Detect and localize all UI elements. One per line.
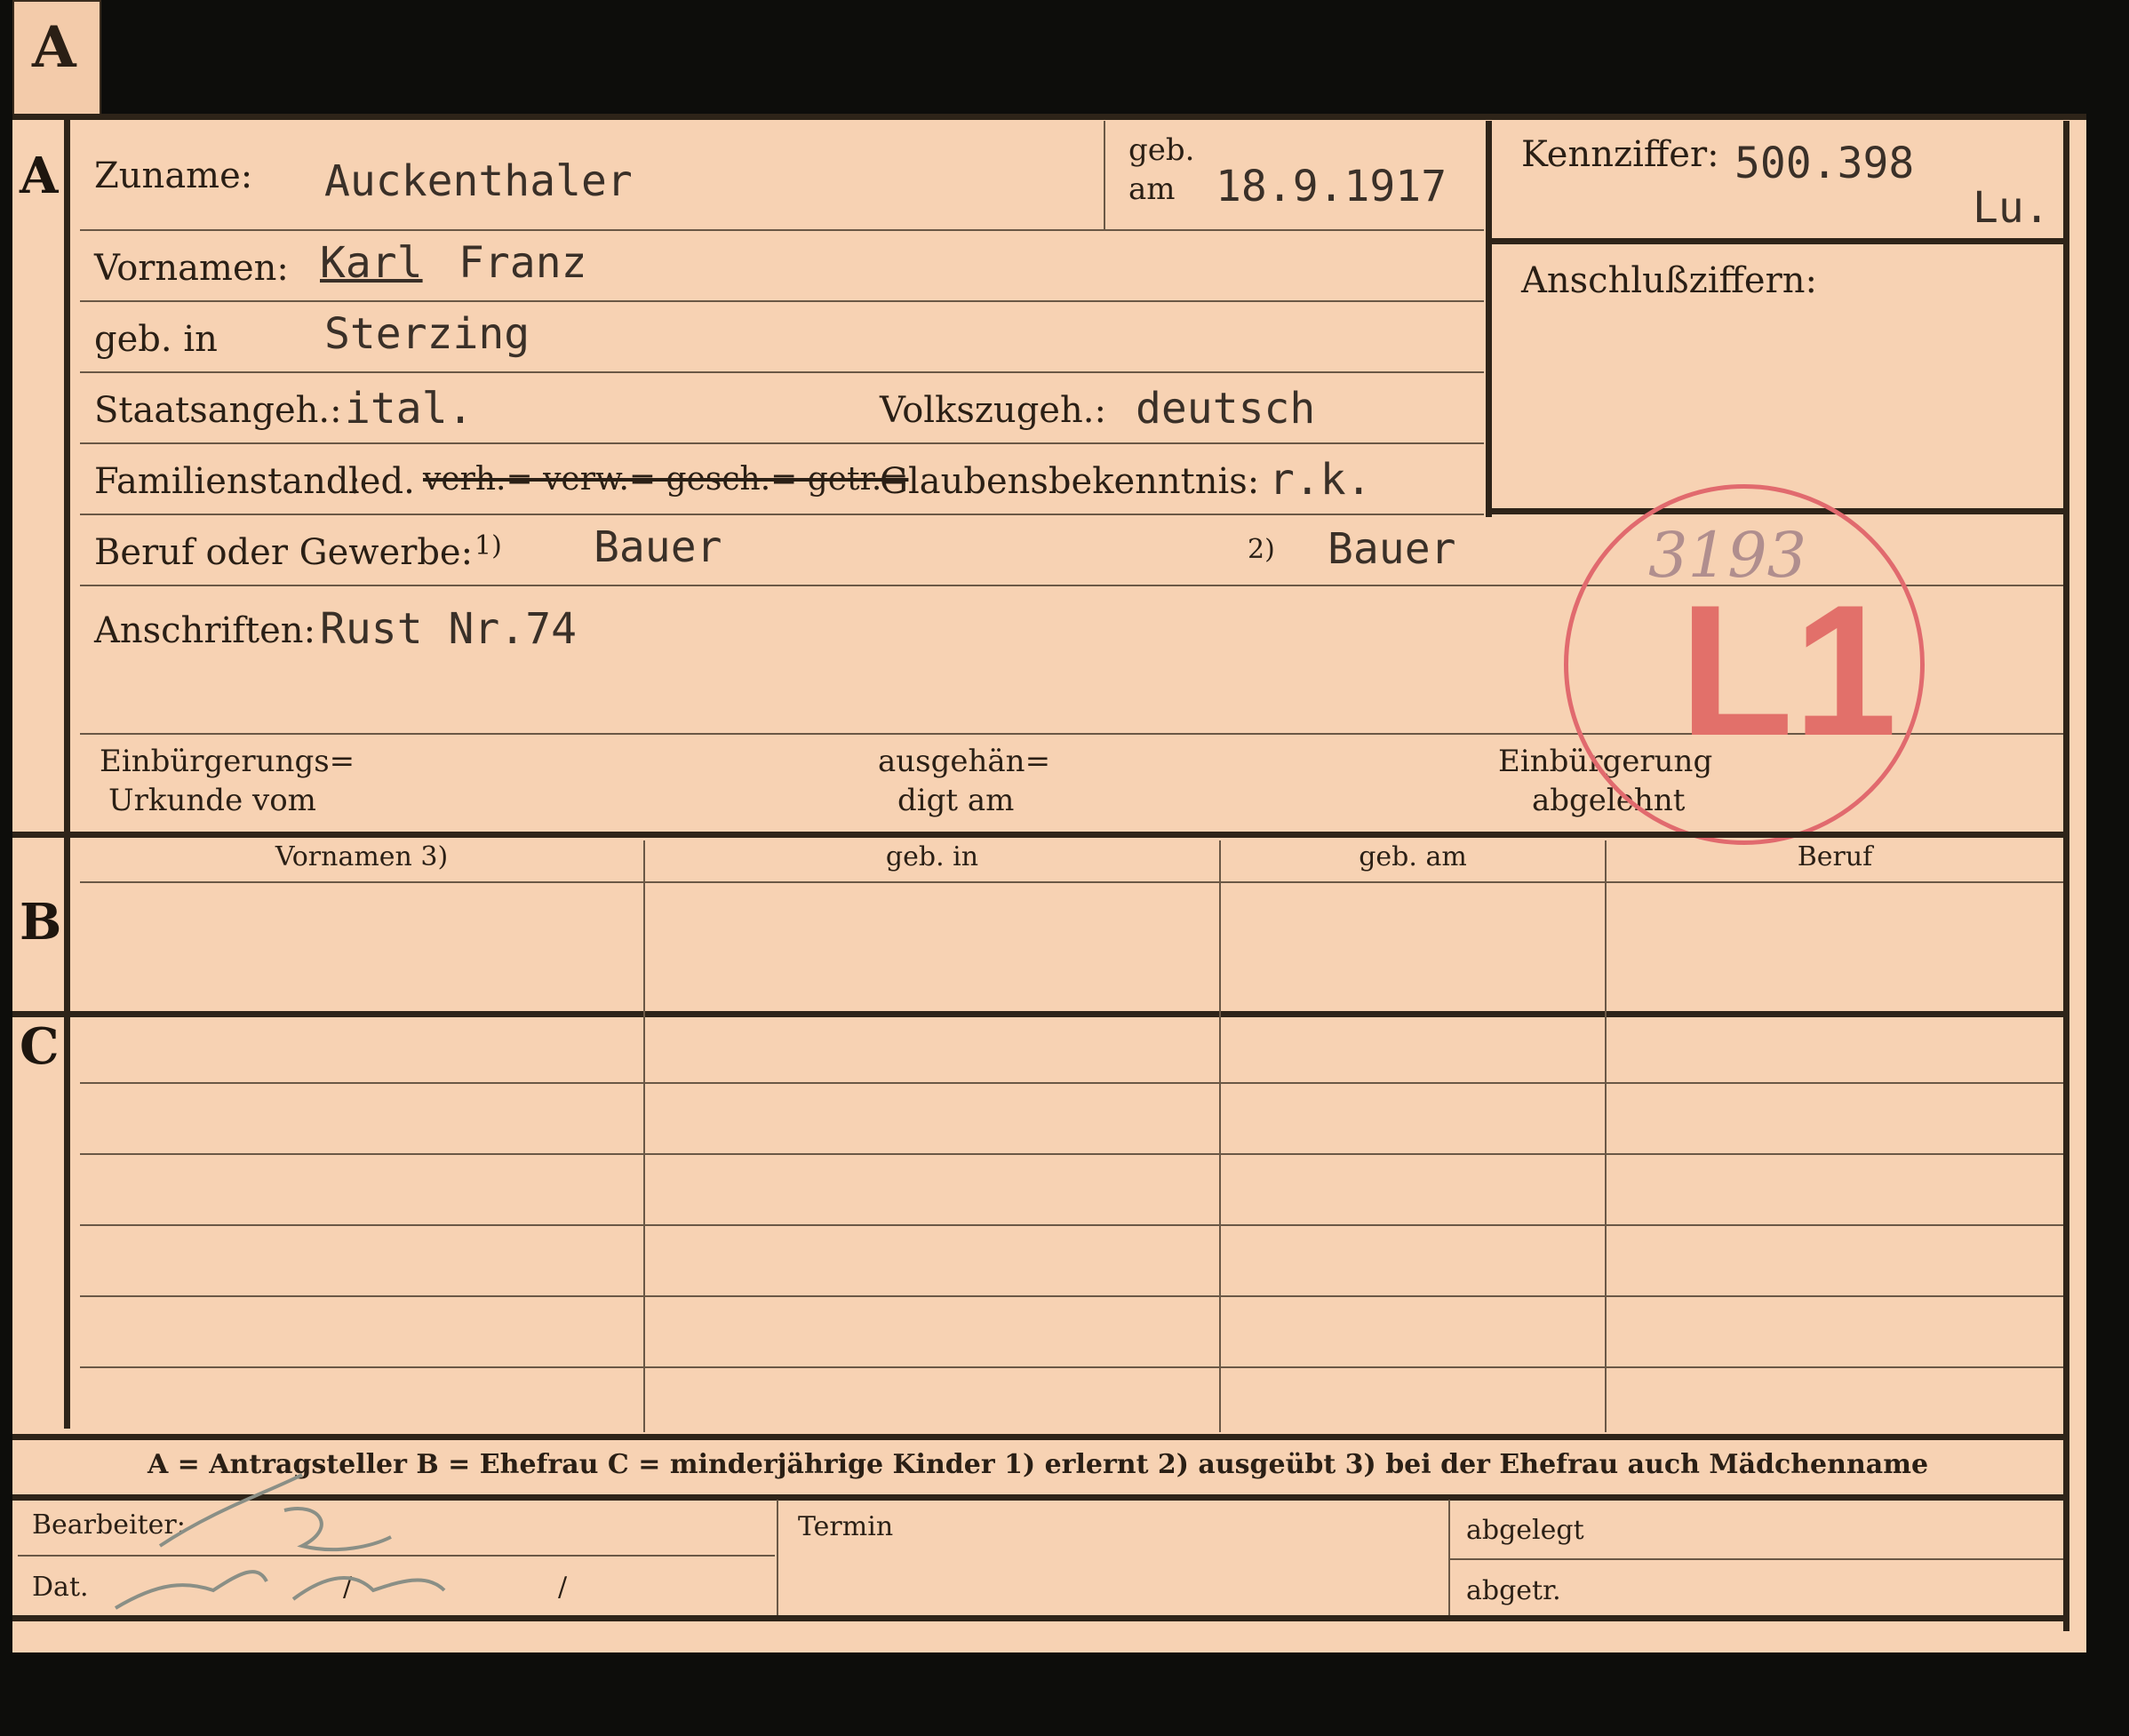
dat-slash-2: / [558,1572,568,1603]
footer-row-rule [1450,1558,2063,1560]
volkszugeh-value: deutsch [1136,384,1316,434]
anschriften-value: Rust Nr.74 [320,604,577,654]
beruf-mark-1: 1) [474,530,502,561]
section-c-top [12,1011,2069,1017]
volkszugeh-label: Volkszugeh.: [880,390,1106,431]
beruf-value-1: Bauer [594,522,722,572]
kennziffer-box-left [1486,121,1492,517]
ausgehaendigt-label-2: digt am [897,783,1015,818]
zuname-value: Auckenthaler [324,156,633,206]
section-a-label: A [20,147,59,205]
section-b-top [12,832,2069,838]
beruf-label: Beruf oder Gewerbe: [94,532,474,573]
col-divider [643,840,645,1432]
kennziffer-suffix: Lu. [1973,183,2050,233]
geb-am-value: 18.9.1917 [1216,162,1447,211]
geb-am-divider [1104,121,1105,229]
footer-divider [1448,1500,1450,1615]
footer-divider [777,1500,778,1615]
kennziffer-value: 500.398 [1734,139,1915,188]
familienstand-struck-options: verh.= verw.= gesch.= getr.= [423,461,909,498]
zuname-label: Zuname: [94,155,253,196]
table-header-rule [80,881,2063,883]
table-row [80,1082,2063,1084]
anschlussziffern-label: Anschlußziffern: [1521,260,1817,301]
section-left-rule [64,114,70,1429]
stamp-code: L1 [1679,566,1898,775]
glaubens-value: r.k. [1269,455,1372,505]
col-divider [1605,840,1607,1432]
header-vornamen: Vornamen 3) [275,841,449,872]
header-geb-in: geb. in [885,841,979,872]
section-b-label: B [20,893,62,952]
section-c-label: C [20,1017,60,1076]
row-rule [80,514,1484,515]
vornamen-label: Vornamen: [94,248,289,289]
am-label: am [1128,171,1176,207]
geb-in-value: Sterzing [324,309,530,359]
vornamen-second: Franz [458,238,587,288]
table-row [80,1224,2063,1226]
anschriften-label: Anschriften: [94,610,316,651]
card-index-tab: A [12,0,101,117]
row-rule [80,300,1484,302]
kennziffer-box-divider [1486,238,2069,244]
header-beruf: Beruf [1797,841,1873,872]
dat-label: Dat. [32,1572,89,1603]
einbuergerung-label-2: Urkunde vom [108,783,316,818]
header-geb-am: geb. am [1359,841,1467,872]
geb-in-label: geb. in [94,319,218,360]
geb-label: geb. [1128,132,1195,168]
familienstand-label: Familienstand: [94,461,361,502]
row-rule [80,442,1484,444]
familienstand-led: led. [348,461,415,502]
termin-label: Termin [798,1511,894,1542]
row-rule [80,371,1484,373]
tab-letter: A [32,14,76,81]
staatsangeh-value: ital. [345,384,474,434]
vornamen-first: Karl [320,238,423,288]
legend-top [12,1434,2069,1440]
abgetr-label: abgetr. [1466,1575,1561,1606]
beruf-value-2: Bauer [1328,524,1456,574]
table-row [80,1295,2063,1297]
einbuergerung-label-1: Einbürgerungs= [100,744,355,779]
table-row [80,1366,2063,1368]
handwritten-signature [114,1473,446,1610]
col-divider [1219,840,1221,1432]
kennziffer-label: Kennziffer: [1521,134,1719,175]
abgelegt-label: abgelegt [1466,1515,1584,1546]
ausgehaendigt-label-1: ausgehän= [878,744,1051,779]
card-right-border [2063,121,2069,1631]
row-rule [80,229,1484,231]
beruf-mark-2: 2) [1248,534,1275,565]
glaubens-label: Glaubensbekenntnis: [880,461,1260,502]
card-top-border [12,114,2086,120]
staatsangeh-label: Staatsangeh.: [94,390,342,431]
table-row [80,1153,2063,1155]
